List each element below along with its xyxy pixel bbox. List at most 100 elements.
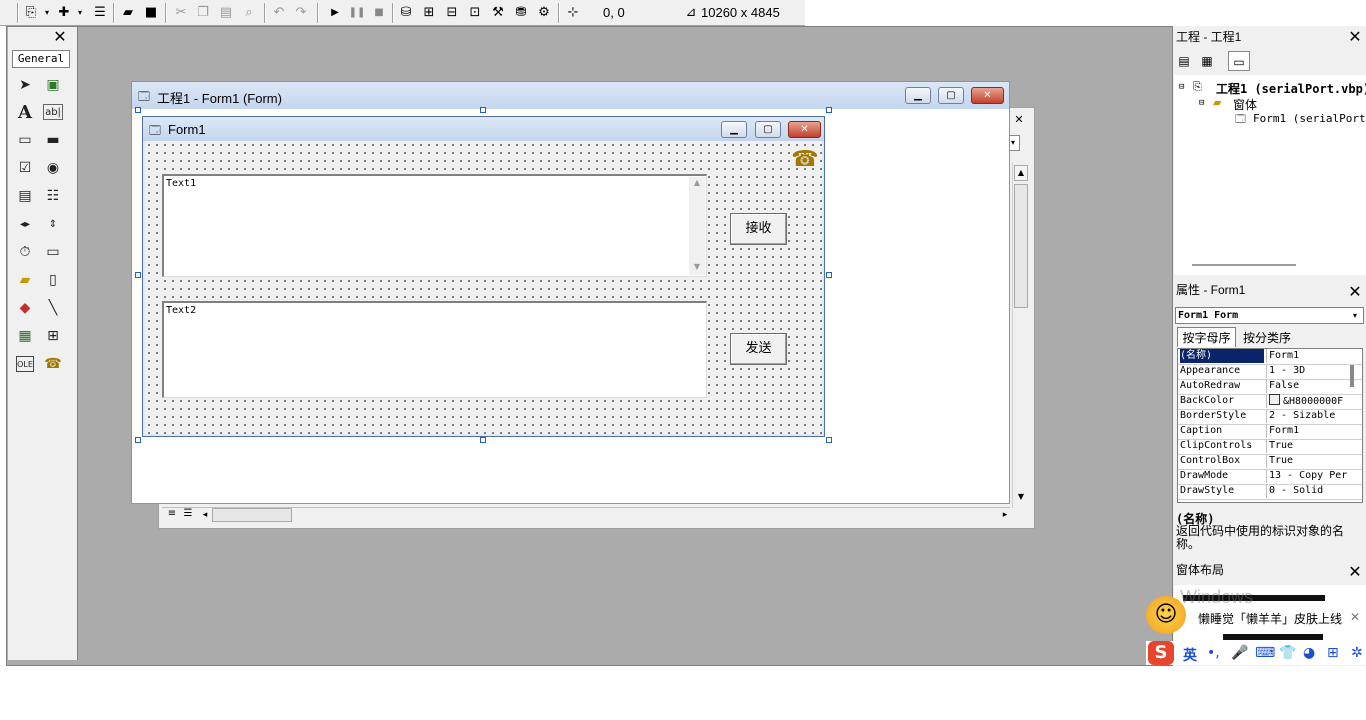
combobox-tool-icon[interactable]: ▤ — [14, 185, 36, 207]
scroll-up-icon[interactable]: ▲ — [690, 178, 704, 190]
copy-icon[interactable]: ❐ — [194, 4, 212, 22]
keyboard-icon[interactable]: ⌨ — [1255, 645, 1275, 661]
close-icon[interactable]: ✕ — [1346, 28, 1364, 46]
settings-icon[interactable]: ✲ — [1351, 645, 1363, 661]
mscomm-tool-icon[interactable]: ☎ — [42, 353, 64, 375]
vscrollbar-tool-icon[interactable]: ⇕ — [42, 213, 64, 235]
scrollbar-thumb[interactable] — [1014, 184, 1028, 308]
property-value[interactable]: 13 - Copy Per — [1266, 469, 1362, 483]
property-row[interactable]: ClipControls True — [1178, 439, 1362, 455]
tree-forms-folder[interactable]: 窗体 — [1233, 96, 1257, 113]
dirlistbox-tool-icon[interactable]: ▰ — [14, 269, 36, 291]
property-value[interactable]: 1 - 3D — [1266, 364, 1362, 378]
toggle-folders-icon[interactable]: ▭ — [1228, 51, 1250, 71]
property-row[interactable]: (名称) Form1 — [1178, 349, 1362, 365]
close-button[interactable]: ✕ — [971, 87, 1004, 104]
data-view-icon[interactable]: ⛃ — [512, 4, 530, 22]
property-value[interactable]: True — [1266, 454, 1362, 468]
property-value[interactable]: Form1 — [1266, 349, 1362, 363]
minimize-button[interactable]: ▁ — [721, 121, 747, 138]
tree-collapse-icon[interactable]: ⊟ — [1199, 98, 1204, 108]
property-value[interactable]: 0 - Solid — [1266, 484, 1362, 498]
tree-form1-item[interactable]: Form1 (serialPortCo — [1253, 112, 1366, 125]
add-form-icon[interactable]: ✚ — [55, 4, 73, 22]
close-icon[interactable]: ✕ — [50, 27, 70, 47]
frame-tool-icon[interactable]: ▭ — [14, 129, 36, 151]
image-tool-icon[interactable]: ▦ — [14, 325, 36, 347]
property-row[interactable]: DrawMode 13 - Copy Per — [1178, 469, 1362, 485]
procedure-view-icon[interactable]: ≡ — [165, 508, 179, 522]
send-button[interactable]: 发送 — [730, 333, 787, 365]
ime-notification-text[interactable]: 懒睡觉「懒羊羊」皮肤上线 — [1198, 610, 1348, 627]
save-icon[interactable]: ■ — [142, 4, 160, 22]
close-icon[interactable]: ✕ — [1350, 610, 1360, 624]
listbox-tool-icon[interactable]: ☷ — [42, 185, 64, 207]
view-object-icon[interactable]: ▦ — [1197, 51, 1217, 71]
resize-handle[interactable] — [135, 272, 141, 278]
form-layout-icon[interactable]: ⊟ — [443, 4, 461, 22]
object-select[interactable]: Form1 Form — [1175, 307, 1364, 324]
find-icon[interactable]: ⌕ — [240, 4, 258, 22]
resize-handle[interactable] — [826, 272, 832, 278]
property-value[interactable]: 2 - Sizable — [1266, 409, 1362, 423]
close-button[interactable]: ✕ — [788, 121, 821, 138]
redo-icon[interactable]: ↷ — [292, 4, 310, 22]
property-row[interactable]: BackColor &H8000000F — [1178, 394, 1362, 410]
property-value[interactable]: False — [1266, 379, 1362, 393]
resize-handle[interactable] — [135, 107, 141, 113]
menu-editor-icon[interactable]: ☰ — [91, 4, 109, 22]
scroll-right-icon[interactable]: ▸ — [998, 508, 1012, 522]
receive-button[interactable]: 接收 — [730, 213, 787, 245]
property-row[interactable]: Caption Form1 — [1178, 424, 1362, 440]
minimize-button[interactable]: ▁ — [905, 87, 931, 104]
line-tool-icon[interactable]: ╲ — [42, 297, 64, 319]
text1-textbox[interactable]: Text1 — [162, 174, 707, 277]
close-icon[interactable]: ✕ — [1008, 112, 1030, 128]
game-icon[interactable]: ◕ — [1303, 645, 1315, 661]
property-row[interactable]: AutoRedraw False — [1178, 379, 1362, 395]
scrollbar-thumb[interactable] — [1350, 365, 1354, 387]
scroll-down-icon[interactable]: ▼ — [690, 262, 704, 274]
toolbox-tab-general[interactable]: General — [12, 50, 70, 68]
hscrollbar-tool-icon[interactable]: ◂▸ — [14, 213, 36, 235]
tree-project-root[interactable]: 工程1 (serialPort.vbp) — [1216, 80, 1366, 97]
object-browser-icon[interactable]: ⊡ — [466, 4, 484, 22]
resize-handle[interactable] — [480, 107, 486, 113]
open-folder-icon[interactable]: ▰ — [119, 4, 137, 22]
undo-icon[interactable]: ↶ — [270, 4, 288, 22]
toolbox-icon[interactable]: ⚒ — [489, 4, 507, 22]
stop-icon[interactable]: ■ — [370, 4, 388, 22]
hscroll-thumb[interactable] — [212, 508, 292, 522]
full-module-view-icon[interactable]: ☰ — [181, 508, 195, 522]
picturebox-tool-icon[interactable]: ▣ — [42, 74, 64, 96]
text2-textbox[interactable]: Text2 — [162, 301, 707, 398]
hscroll-thumb[interactable] — [1192, 264, 1296, 266]
component-manager-icon[interactable]: ⚙ — [535, 4, 553, 22]
skin-icon[interactable]: 👕 — [1279, 645, 1296, 661]
mscomm-control-icon[interactable]: ☎ — [790, 145, 820, 175]
resize-handle[interactable] — [135, 437, 141, 443]
scroll-left-icon[interactable]: ◂ — [198, 508, 212, 522]
text1-scrollbar[interactable] — [689, 177, 705, 275]
maximize-button[interactable]: ▢ — [938, 87, 964, 104]
resize-handle[interactable] — [826, 437, 832, 443]
view-code-icon[interactable]: ▤ — [1174, 51, 1194, 71]
resize-handle[interactable] — [480, 437, 486, 443]
sogou-logo-icon[interactable]: S — [1148, 641, 1174, 665]
project-explorer-icon[interactable]: ⛁ — [397, 4, 415, 22]
filelistbox-tool-icon[interactable]: ▯ — [42, 269, 64, 291]
chevron-down-icon[interactable]: ▾ — [1348, 309, 1362, 322]
property-row[interactable]: ControlBox True — [1178, 454, 1362, 470]
property-row[interactable]: DrawStyle 0 - Solid — [1178, 484, 1362, 500]
ole-tool-icon[interactable]: OLE — [16, 356, 34, 372]
close-icon[interactable]: ✕ — [1346, 283, 1364, 301]
pointer-tool-icon[interactable]: ➤ — [14, 74, 36, 96]
ime-language-toggle[interactable]: 英 — [1183, 645, 1197, 665]
scroll-up-icon[interactable]: ▲ — [1014, 165, 1028, 181]
maximize-button[interactable]: ▢ — [755, 121, 781, 138]
punctuation-icon[interactable]: •, — [1207, 645, 1220, 661]
label-tool-icon[interactable]: A — [14, 101, 36, 123]
drivelistbox-tool-icon[interactable]: ▭ — [42, 241, 64, 263]
close-icon[interactable]: ✕ — [1346, 563, 1364, 581]
textbox-tool-icon[interactable]: ab| — [43, 104, 63, 120]
